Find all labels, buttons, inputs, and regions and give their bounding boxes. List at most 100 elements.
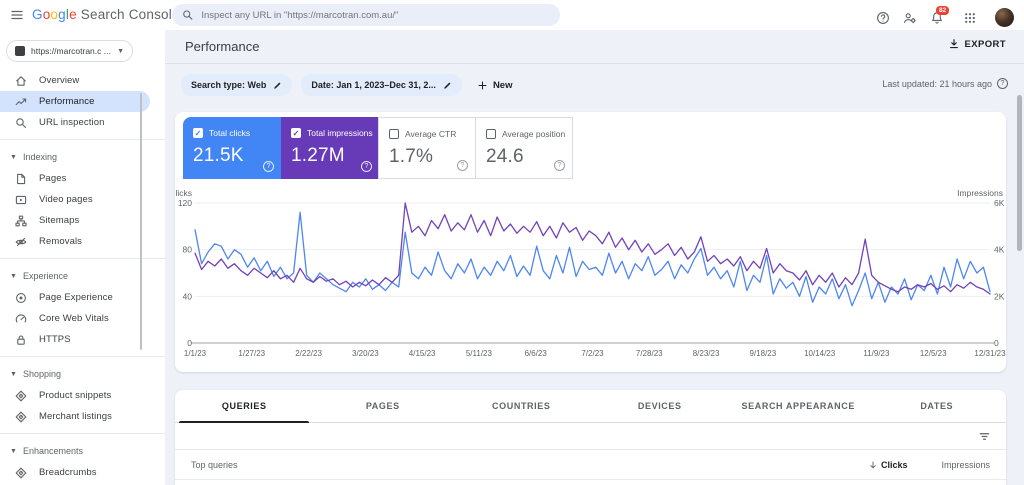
video-icon	[15, 194, 27, 206]
metric-help-icon[interactable]: ?	[554, 160, 565, 171]
sidebar-divider	[0, 356, 165, 357]
svg-text:3/20/23: 3/20/23	[352, 349, 379, 358]
google-logo-text: Google	[32, 7, 77, 22]
last-updated: Last updated: 21 hours ago ?	[882, 78, 1008, 89]
svg-text:7/28/23: 7/28/23	[636, 349, 663, 358]
tab-pages[interactable]: PAGES	[314, 390, 453, 422]
svg-text:0: 0	[994, 338, 999, 348]
app-logo: Google Search Console	[32, 7, 180, 22]
plus-icon	[477, 80, 488, 91]
new-filter-button[interactable]: New	[477, 80, 512, 91]
sidebar-item-merchant-listings[interactable]: Merchant listings	[0, 406, 165, 427]
url-inspect-searchbar[interactable]	[172, 4, 560, 26]
metric-checkbox[interactable]: ✓	[193, 128, 203, 138]
svg-text:11/9/23: 11/9/23	[863, 349, 890, 358]
impressions-column[interactable]: Impressions	[941, 460, 1006, 470]
metric-tile-total-clicks[interactable]: ✓ Total clicks 21.5K?	[183, 117, 281, 179]
page-title: Performance	[185, 39, 260, 54]
top-app-bar: Google Search Console 82	[0, 0, 1024, 30]
search-icon	[182, 9, 193, 21]
page-header: Performance EXPORT	[165, 30, 1024, 64]
lock-icon	[15, 334, 27, 346]
home-icon	[15, 75, 27, 87]
tab-dates[interactable]: DATES	[868, 390, 1007, 422]
svg-text:4K: 4K	[994, 245, 1005, 255]
chevron-down-icon: ▼	[10, 370, 17, 378]
filter-list-icon[interactable]	[978, 430, 991, 443]
tab-countries[interactable]: COUNTRIES	[452, 390, 591, 422]
metric-tile-total-impressions[interactable]: ✓ Total impressions 1.27M?	[281, 117, 379, 179]
svg-text:4/15/23: 4/15/23	[409, 349, 436, 358]
eyeoff-icon	[15, 236, 27, 248]
metric-help-icon[interactable]: ?	[263, 161, 274, 172]
metric-checkbox[interactable]: ✓	[291, 128, 301, 138]
avatar[interactable]	[995, 8, 1014, 27]
sidebar-item-product-snippets[interactable]: Product snippets	[0, 385, 165, 406]
topbar-actions: 82	[876, 5, 1014, 27]
help-circle-icon[interactable]: ?	[997, 78, 1008, 89]
tab-devices[interactable]: DEVICES	[591, 390, 730, 422]
google-apps-grid-icon[interactable]	[963, 11, 977, 25]
notifications-bell-icon[interactable]: 82	[930, 5, 950, 25]
metric-checkbox[interactable]	[389, 129, 399, 139]
svg-text:Clicks: Clicks	[175, 188, 192, 198]
speed-icon	[15, 313, 27, 325]
date-range-chip[interactable]: Date: Jan 1, 2023–Dec 31, 2...	[301, 74, 462, 96]
page-icon	[15, 173, 27, 185]
svg-text:7/2/23: 7/2/23	[581, 349, 604, 358]
sidebar-divider	[0, 433, 165, 434]
svg-text:9/18/23: 9/18/23	[750, 349, 777, 358]
tab-queries[interactable]: QUERIES	[175, 390, 314, 423]
search-type-chip[interactable]: Search type: Web	[181, 74, 293, 96]
rows-label: Top queries	[191, 459, 238, 470]
svg-text:120: 120	[178, 198, 192, 208]
sidebar-item-overview[interactable]: Overview	[0, 70, 165, 91]
property-selector[interactable]: https://marcotran.c ... ▼	[6, 40, 133, 62]
chevron-down-icon: ▼	[10, 447, 17, 455]
metric-tile-average-position[interactable]: Average position 24.6?	[475, 117, 573, 179]
main-content: Performance EXPORT Search type: Web Date:…	[165, 30, 1024, 485]
metric-help-icon[interactable]: ?	[457, 160, 468, 171]
sort-arrow-down-icon	[868, 460, 878, 470]
filter-bar: Search type: Web Date: Jan 1, 2023–Dec 31…	[165, 64, 1024, 108]
svg-text:Impressions: Impressions	[957, 188, 1003, 198]
sidebar-section-enhancements[interactable]: ▼ Enhancements	[0, 440, 165, 462]
rich-icon	[15, 467, 27, 479]
chevron-down-icon: ▼	[117, 47, 124, 55]
sidebar-scrollbar[interactable]	[140, 93, 142, 350]
export-button[interactable]: EXPORT	[948, 38, 1006, 50]
pencil-icon	[443, 81, 452, 90]
table-header-row: Top queries Clicks Impressions	[175, 450, 1006, 480]
target-icon	[15, 292, 27, 304]
svg-text:80: 80	[183, 245, 193, 255]
property-favicon	[15, 46, 25, 56]
rich-icon	[15, 411, 27, 423]
account-settings-icon[interactable]	[903, 11, 917, 25]
metric-help-icon[interactable]: ?	[361, 161, 372, 172]
help-icon[interactable]	[876, 11, 890, 25]
tab-search-appearance[interactable]: SEARCH APPEARANCE	[729, 390, 868, 422]
filter-chips: Search type: Web Date: Jan 1, 2023–Dec 31…	[181, 74, 512, 96]
sidebar-item-performance[interactable]: Performance	[0, 91, 150, 112]
svg-text:1/1/23: 1/1/23	[184, 349, 207, 358]
metric-checkbox[interactable]	[486, 129, 496, 139]
svg-text:12/5/23: 12/5/23	[920, 349, 947, 358]
sort-clicks-column[interactable]: Clicks	[868, 460, 907, 470]
svg-text:2K: 2K	[994, 291, 1005, 301]
window-scrollbar[interactable]	[1017, 95, 1022, 251]
sidebar-section-shopping[interactable]: ▼ Shopping	[0, 363, 165, 385]
download-icon	[948, 38, 960, 50]
metric-tile-average-ctr[interactable]: Average CTR 1.7%?	[378, 117, 476, 179]
sidebar-item-breadcrumbs[interactable]: Breadcrumbs	[0, 462, 165, 483]
notification-badge: 82	[936, 5, 950, 15]
chevron-down-icon: ▼	[10, 272, 17, 280]
sitemap-icon	[15, 215, 27, 227]
trend-icon	[15, 96, 27, 108]
svg-text:0: 0	[187, 338, 192, 348]
pencil-icon	[273, 81, 282, 90]
url-inspect-input[interactable]	[201, 9, 550, 21]
metric-tiles: ✓ Total clicks 21.5K? ✓ Total impressions 1.2…	[183, 117, 573, 179]
svg-text:2/22/23: 2/22/23	[295, 349, 322, 358]
hamburger-menu-icon[interactable]	[8, 8, 26, 22]
svg-text:8/23/23: 8/23/23	[693, 349, 720, 358]
